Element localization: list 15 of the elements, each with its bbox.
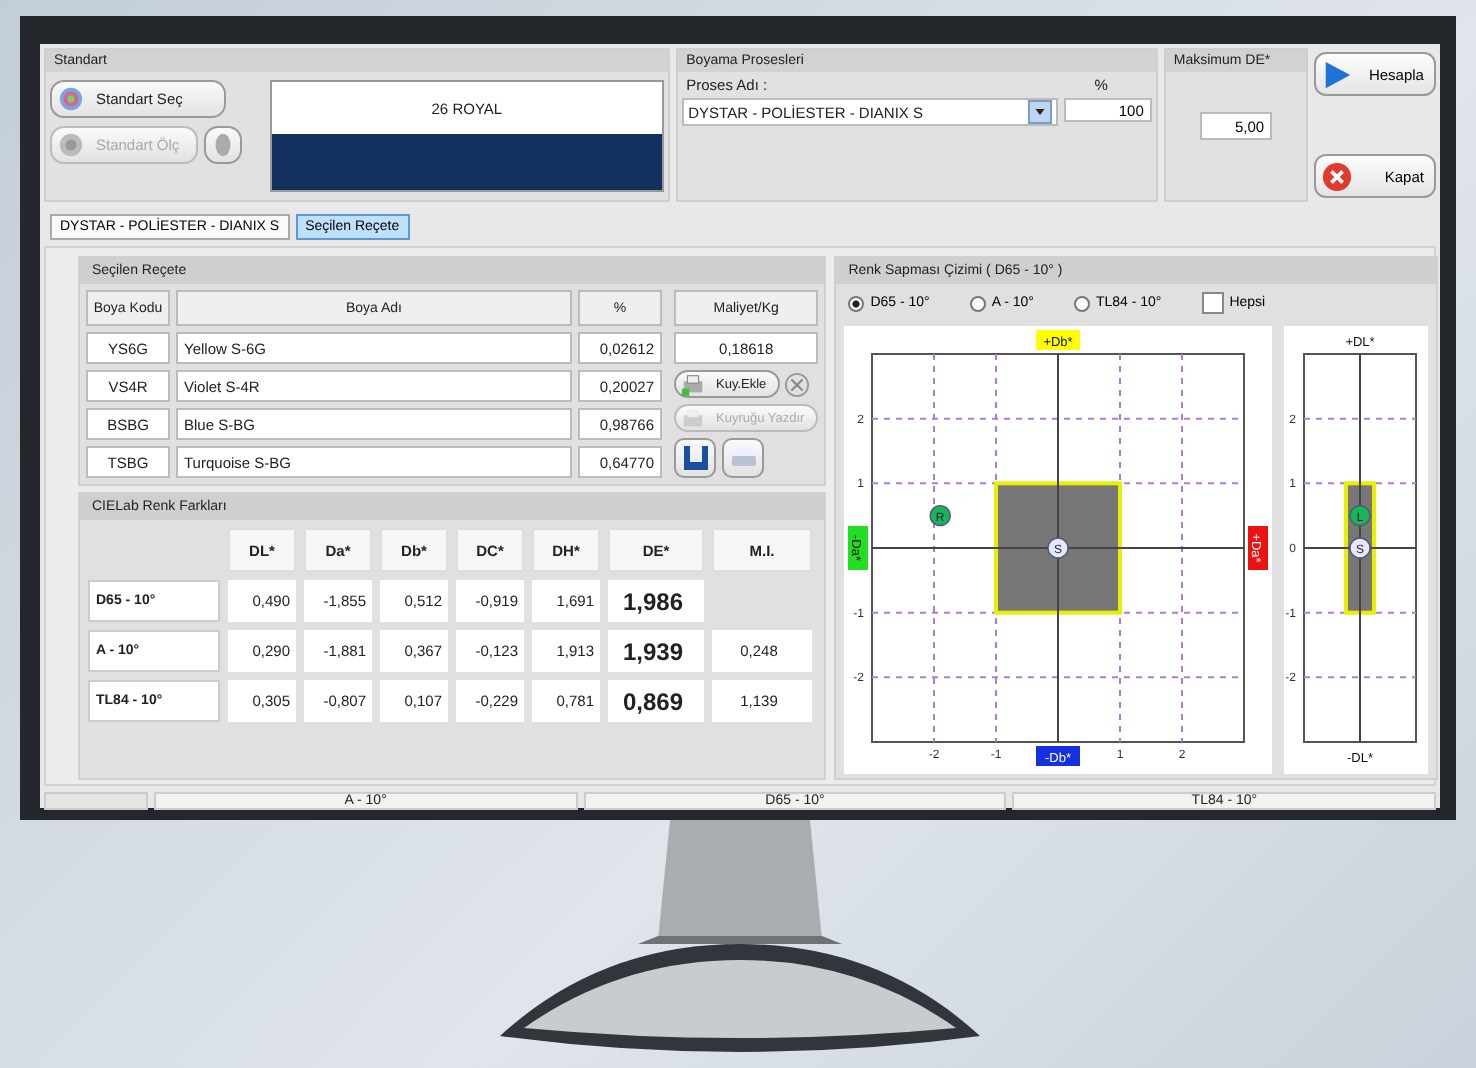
table-cell: 1,939: [608, 630, 704, 672]
tolerance-box: [994, 481, 1123, 615]
save-icon: [681, 444, 709, 472]
table-cell: 1,986: [608, 580, 704, 622]
printer-icon: [680, 371, 706, 397]
play-icon: [1322, 59, 1353, 89]
save-button[interactable]: [674, 438, 716, 478]
color-wheel-icon: [58, 132, 84, 158]
remove-icon[interactable]: [784, 371, 811, 397]
dropdown-caret-icon: [1027, 100, 1052, 124]
printer-icon: [729, 444, 757, 472]
printer-icon: [680, 405, 706, 431]
close-icon: [1322, 161, 1353, 191]
color-wheel-icon: [58, 86, 84, 112]
table-cell: 0,869: [608, 680, 704, 722]
